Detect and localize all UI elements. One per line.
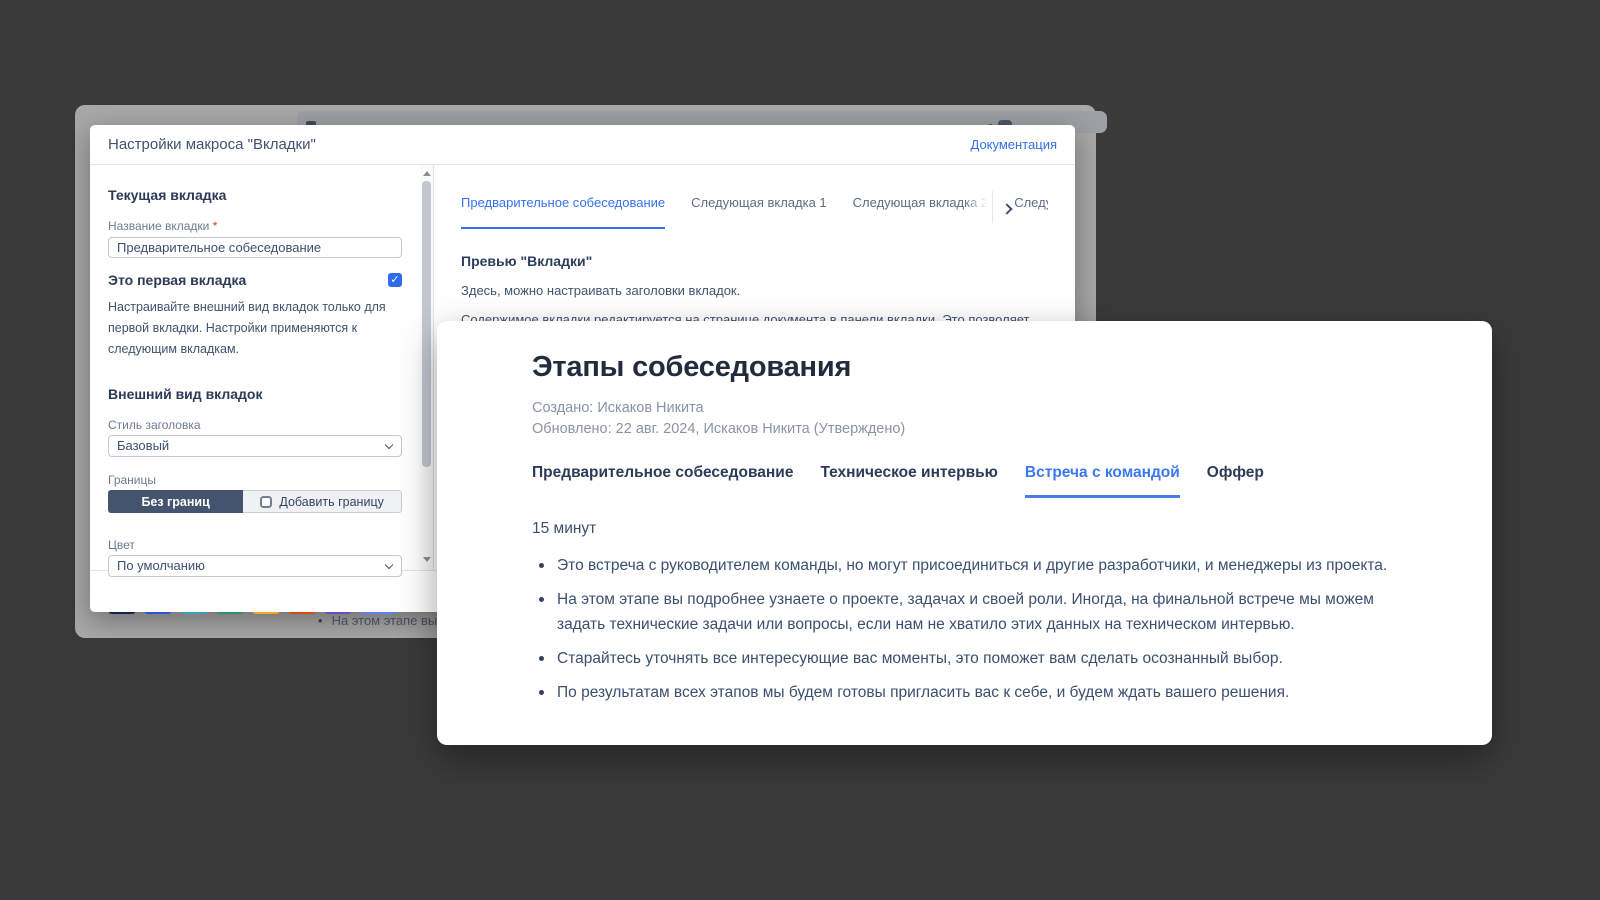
list-item: Старайтесь уточнять все интересующие вас… bbox=[532, 646, 1417, 671]
add-border-label: Добавить границу bbox=[279, 495, 383, 509]
color-select-value: По умолчанию bbox=[117, 558, 205, 573]
tab-name-label: Название вкладки * bbox=[108, 219, 402, 233]
documentation-link[interactable]: Документация bbox=[971, 137, 1058, 152]
dialog-title: Настройки макроса "Вкладки" bbox=[108, 136, 316, 153]
scrollbar-thumb[interactable] bbox=[422, 181, 431, 467]
tabs-scroll-right-button[interactable] bbox=[1001, 201, 1021, 221]
preview-paragraph-1: Здесь, можно настраивать заголовки вклад… bbox=[461, 283, 1048, 298]
first-tab-checkbox[interactable]: ✓ bbox=[388, 273, 402, 287]
preview-heading: Превью "Вкладки" bbox=[461, 253, 1048, 269]
stage-details-list: Это встреча с руководителем команды, но … bbox=[532, 553, 1417, 705]
card-tab-team-meeting[interactable]: Встреча с командой bbox=[1025, 464, 1180, 498]
card-tabs: Предварительное собеседование Техническо… bbox=[532, 464, 1432, 498]
style-select[interactable]: Базовый bbox=[108, 435, 402, 457]
card-tab-preliminary[interactable]: Предварительное собеседование bbox=[532, 464, 793, 498]
created-by-text: Создано: Искаков Никита bbox=[532, 398, 1432, 419]
list-item: По результатам всех этапов мы будем гото… bbox=[532, 680, 1417, 705]
dialog-header: Настройки макроса "Вкладки" Документация bbox=[90, 125, 1075, 165]
chevron-down-icon bbox=[385, 441, 393, 449]
settings-form-panel: Текущая вкладка Название вкладки * Это п… bbox=[90, 165, 420, 570]
tabs-overflow-fade bbox=[964, 193, 992, 223]
color-label: Цвет bbox=[108, 538, 402, 552]
borders-segmented-control: Без границ Добавить границу bbox=[108, 490, 402, 513]
updated-by-text: Обновлено: 22 авг. 2024, Искаков Никита … bbox=[532, 419, 1432, 440]
add-border-checkbox[interactable] bbox=[260, 496, 272, 508]
duration-text: 15 минут bbox=[532, 520, 1432, 538]
card-tab-technical[interactable]: Техническое интервью bbox=[820, 464, 997, 498]
first-tab-hint: Настраивайте внешний вид вкладок только … bbox=[108, 297, 402, 360]
card-title: Этапы собеседования bbox=[532, 351, 1432, 384]
chevron-right-icon bbox=[1001, 203, 1012, 214]
section-appearance: Внешний вид вкладок bbox=[108, 386, 402, 402]
add-border-segment[interactable]: Добавить границу bbox=[243, 490, 402, 513]
section-current-tab: Текущая вкладка bbox=[108, 187, 402, 203]
card-meta: Создано: Искаков Никита Обновлено: 22 ав… bbox=[532, 398, 1432, 440]
form-scrollbar[interactable] bbox=[420, 165, 433, 570]
preview-tab-2[interactable]: Следующая вкладка 1 bbox=[691, 195, 827, 229]
no-border-segment[interactable]: Без границ bbox=[108, 490, 243, 513]
style-label: Стиль заголовка bbox=[108, 418, 402, 432]
tab-name-label-text: Название вкладки bbox=[108, 219, 209, 233]
bullet-marker: • bbox=[318, 613, 323, 628]
card-tab-offer[interactable]: Оффер bbox=[1207, 464, 1264, 498]
first-tab-row: Это первая вкладка ✓ bbox=[108, 272, 402, 288]
tab-name-input[interactable] bbox=[108, 237, 402, 258]
list-item: Это встреча с руководителем команды, но … bbox=[532, 553, 1417, 578]
list-item: На этом этапе вы подробнее узнаете о про… bbox=[532, 587, 1417, 637]
scroll-up-arrow-icon[interactable] bbox=[423, 171, 431, 176]
required-asterisk: * bbox=[213, 219, 218, 233]
style-select-value: Базовый bbox=[117, 438, 169, 453]
first-tab-label: Это первая вкладка bbox=[108, 272, 246, 288]
tabs-overflow-separator bbox=[992, 191, 993, 223]
preview-tabs: Предварительное собеседование Следующая … bbox=[461, 195, 1048, 229]
color-select[interactable]: По умолчанию bbox=[108, 555, 402, 577]
borders-label: Границы bbox=[108, 473, 402, 487]
scroll-down-arrow-icon[interactable] bbox=[423, 557, 431, 562]
preview-tab-1[interactable]: Предварительное собеседование bbox=[461, 195, 665, 229]
chevron-down-icon bbox=[385, 561, 393, 569]
interview-stages-card: Этапы собеседования Создано: Искаков Ник… bbox=[437, 321, 1492, 745]
